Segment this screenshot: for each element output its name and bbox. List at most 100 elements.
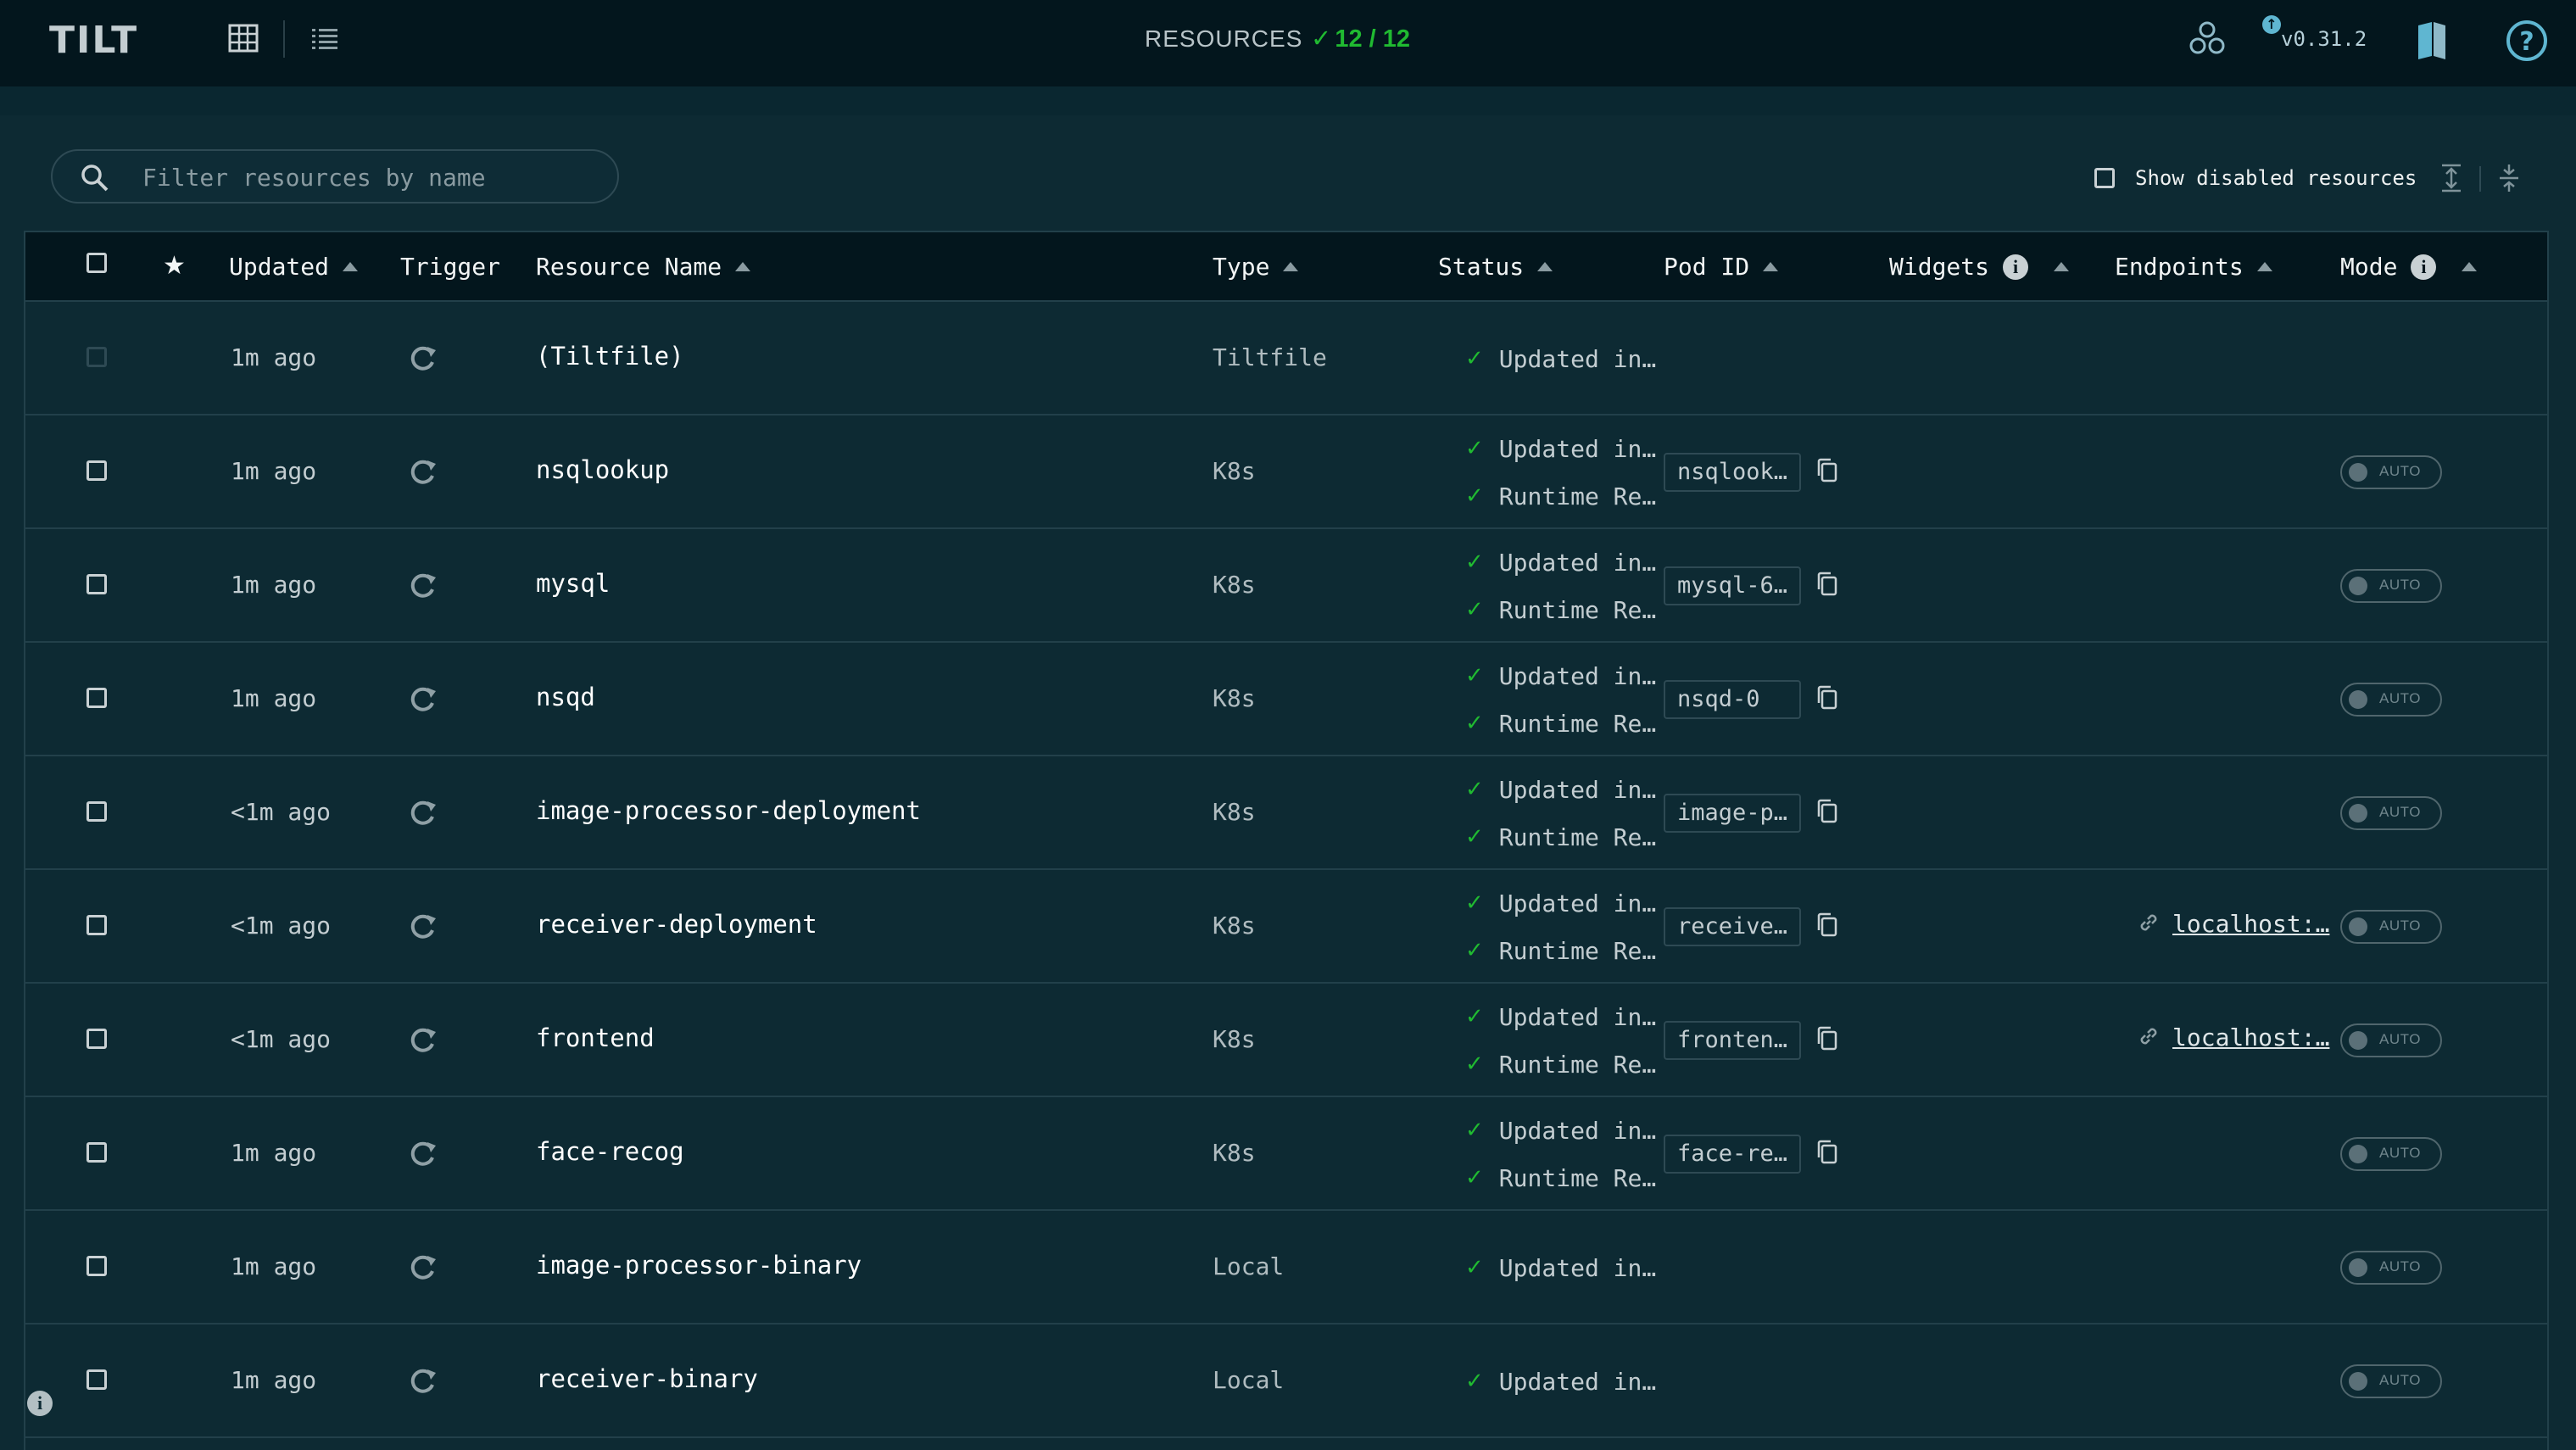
row-checkbox[interactable] [86, 574, 107, 598]
row-resource-name[interactable]: frontend [536, 1023, 655, 1052]
table-row[interactable]: 1m ago face-recog K8s ✓ Updated in… ✓ Runtime … [25, 1097, 2547, 1211]
row-checkbox[interactable] [86, 460, 107, 484]
row-updated: 1m ago [231, 1139, 317, 1167]
auto-toggle[interactable]: AUTO [2340, 569, 2442, 603]
auto-toggle[interactable]: AUTO [2340, 1251, 2442, 1285]
row-checkbox[interactable] [86, 688, 107, 711]
copy-icon[interactable] [1815, 571, 1840, 601]
trigger-icon[interactable] [405, 1364, 439, 1402]
pod-id-value: face-re… [1664, 1135, 1801, 1174]
endpoint-link[interactable]: localhost:… [2172, 910, 2329, 938]
table-row[interactable]: 1m ago nsqd K8s ✓ Updated in… ✓ Runtime Re… nsq… [25, 643, 2547, 756]
snapshot-icon[interactable] [2188, 19, 2227, 64]
row-type: Tiltfile [1213, 343, 1327, 371]
row-pod-id: fronten… [1664, 1021, 1840, 1060]
table-row[interactable]: 1m ago mysql K8s ✓ Updated in… ✓ Runtime Re… my… [25, 529, 2547, 643]
table-row[interactable]: 1m ago receiver-binary Local ✓ Updated in… AU… [25, 1325, 2547, 1438]
row-checkbox[interactable] [86, 801, 107, 825]
filter-input[interactable] [141, 159, 602, 195]
row-checkbox [86, 347, 107, 371]
auto-toggle[interactable]: AUTO [2340, 910, 2442, 944]
trigger-icon[interactable] [405, 1251, 439, 1288]
row-checkbox[interactable] [86, 1369, 107, 1393]
row-checkbox[interactable] [86, 1142, 107, 1166]
status-runtime: ✓ Runtime Re… [1465, 472, 1656, 520]
auto-toggle[interactable]: AUTO [2340, 796, 2442, 830]
table-row[interactable]: <1m ago image-processor-deployment K8s ✓ Upd… [25, 756, 2547, 870]
row-updated: 1m ago [231, 343, 317, 371]
table-row[interactable]: 1m ago nsqlookup K8s ✓ Updated in… ✓ Runtime R… [25, 415, 2547, 529]
row-resource-name[interactable]: mysql [536, 569, 610, 598]
trigger-icon[interactable] [405, 683, 439, 720]
toggle-knob [2349, 1145, 2367, 1163]
trigger-icon[interactable] [405, 1023, 439, 1061]
trigger-icon[interactable] [405, 455, 439, 493]
col-mode[interactable]: Mode i [2340, 253, 2478, 281]
row-resource-name[interactable]: nsqlookup [536, 455, 669, 484]
info-icon[interactable]: i [2003, 254, 2029, 280]
col-type[interactable]: Type [1213, 253, 1299, 281]
tilt-logo[interactable]: TILT [49, 19, 138, 62]
row-checkbox[interactable] [86, 915, 107, 939]
row-type: K8s [1213, 1139, 1256, 1167]
auto-toggle[interactable]: AUTO [2340, 455, 2442, 489]
row-resource-name[interactable]: receiver-binary [536, 1364, 758, 1393]
show-disabled-toggle[interactable]: Show disabled resources [2094, 166, 2417, 190]
filter-box[interactable] [51, 149, 619, 204]
version-label[interactable]: v0.31.2 [2281, 27, 2367, 51]
col-updated[interactable]: Updated [229, 253, 359, 281]
row-endpoint[interactable]: localhost:… [2137, 1023, 2329, 1051]
update-available-icon[interactable]: ↑ [2262, 15, 2281, 34]
table-row[interactable]: <1m ago receiver-deployment K8s ✓ Updated in… [25, 870, 2547, 984]
copy-icon[interactable] [1815, 1139, 1840, 1169]
row-checkbox[interactable] [86, 1256, 107, 1280]
auto-toggle[interactable]: AUTO [2340, 1364, 2442, 1398]
show-disabled-checkbox[interactable] [2094, 168, 2115, 188]
trigger-icon[interactable] [405, 569, 439, 606]
info-icon[interactable]: i [27, 1391, 53, 1416]
trigger-icon[interactable] [405, 910, 439, 947]
auto-toggle[interactable]: AUTO [2340, 683, 2442, 717]
table-row[interactable]: 1m ago image-processor-binary Local ✓ Update… [25, 1211, 2547, 1325]
select-all-checkbox[interactable] [86, 253, 107, 273]
col-endpoints[interactable]: Endpoints [2115, 253, 2272, 281]
trigger-icon[interactable] [405, 342, 439, 379]
copy-icon[interactable] [1815, 1025, 1840, 1056]
col-widgets[interactable]: Widgets i [1889, 253, 2070, 281]
status-build: ✓ Updated in… [1465, 538, 1656, 586]
star-icon[interactable]: ★ [163, 251, 186, 281]
copy-icon[interactable] [1815, 798, 1840, 828]
table-row[interactable]: <1m ago frontend K8s ✓ Updated in… ✓ Runtime R… [25, 984, 2547, 1097]
table-row[interactable]: 1m ago (Tiltfile) Tiltfile ✓ Updated in… [25, 302, 2547, 415]
row-resource-name[interactable]: face-recog [536, 1137, 684, 1166]
collapse-all-icon[interactable] [2496, 163, 2522, 197]
col-pod-id[interactable]: Pod ID [1664, 253, 1779, 281]
row-checkbox[interactable] [86, 1029, 107, 1052]
list-view-icon[interactable] [309, 22, 343, 56]
expand-all-icon[interactable] [2439, 163, 2464, 197]
table-view-icon[interactable] [227, 22, 261, 56]
check-icon: ✓ [1465, 1051, 1484, 1077]
check-icon: ✓ [1465, 1118, 1484, 1143]
row-resource-name[interactable]: receiver-deployment [536, 910, 817, 939]
col-status[interactable]: Status [1438, 253, 1553, 281]
row-resource-name[interactable]: image-processor-binary [536, 1251, 861, 1280]
auto-toggle[interactable]: AUTO [2340, 1137, 2442, 1171]
row-resource-name[interactable]: (Tiltfile) [536, 342, 684, 371]
info-icon[interactable]: i [2411, 254, 2437, 280]
trigger-icon[interactable] [405, 796, 439, 834]
book-icon[interactable] [2413, 19, 2451, 64]
copy-icon[interactable] [1815, 912, 1840, 942]
col-name[interactable]: Resource Name [536, 253, 751, 281]
row-resource-name[interactable]: nsqd [536, 683, 595, 711]
auto-toggle[interactable]: AUTO [2340, 1023, 2442, 1057]
copy-icon[interactable] [1815, 457, 1840, 488]
copy-icon[interactable] [1815, 684, 1840, 715]
help-icon[interactable]: ? [2505, 19, 2549, 66]
status-build-text: Updated in… [1498, 548, 1657, 577]
row-resource-name[interactable]: image-processor-deployment [536, 796, 921, 825]
row-status: ✓ Updated in… ✓ Runtime Re… [1465, 1107, 1656, 1202]
row-endpoint[interactable]: localhost:… [2137, 910, 2329, 938]
trigger-icon[interactable] [405, 1137, 439, 1174]
endpoint-link[interactable]: localhost:… [2172, 1023, 2329, 1051]
